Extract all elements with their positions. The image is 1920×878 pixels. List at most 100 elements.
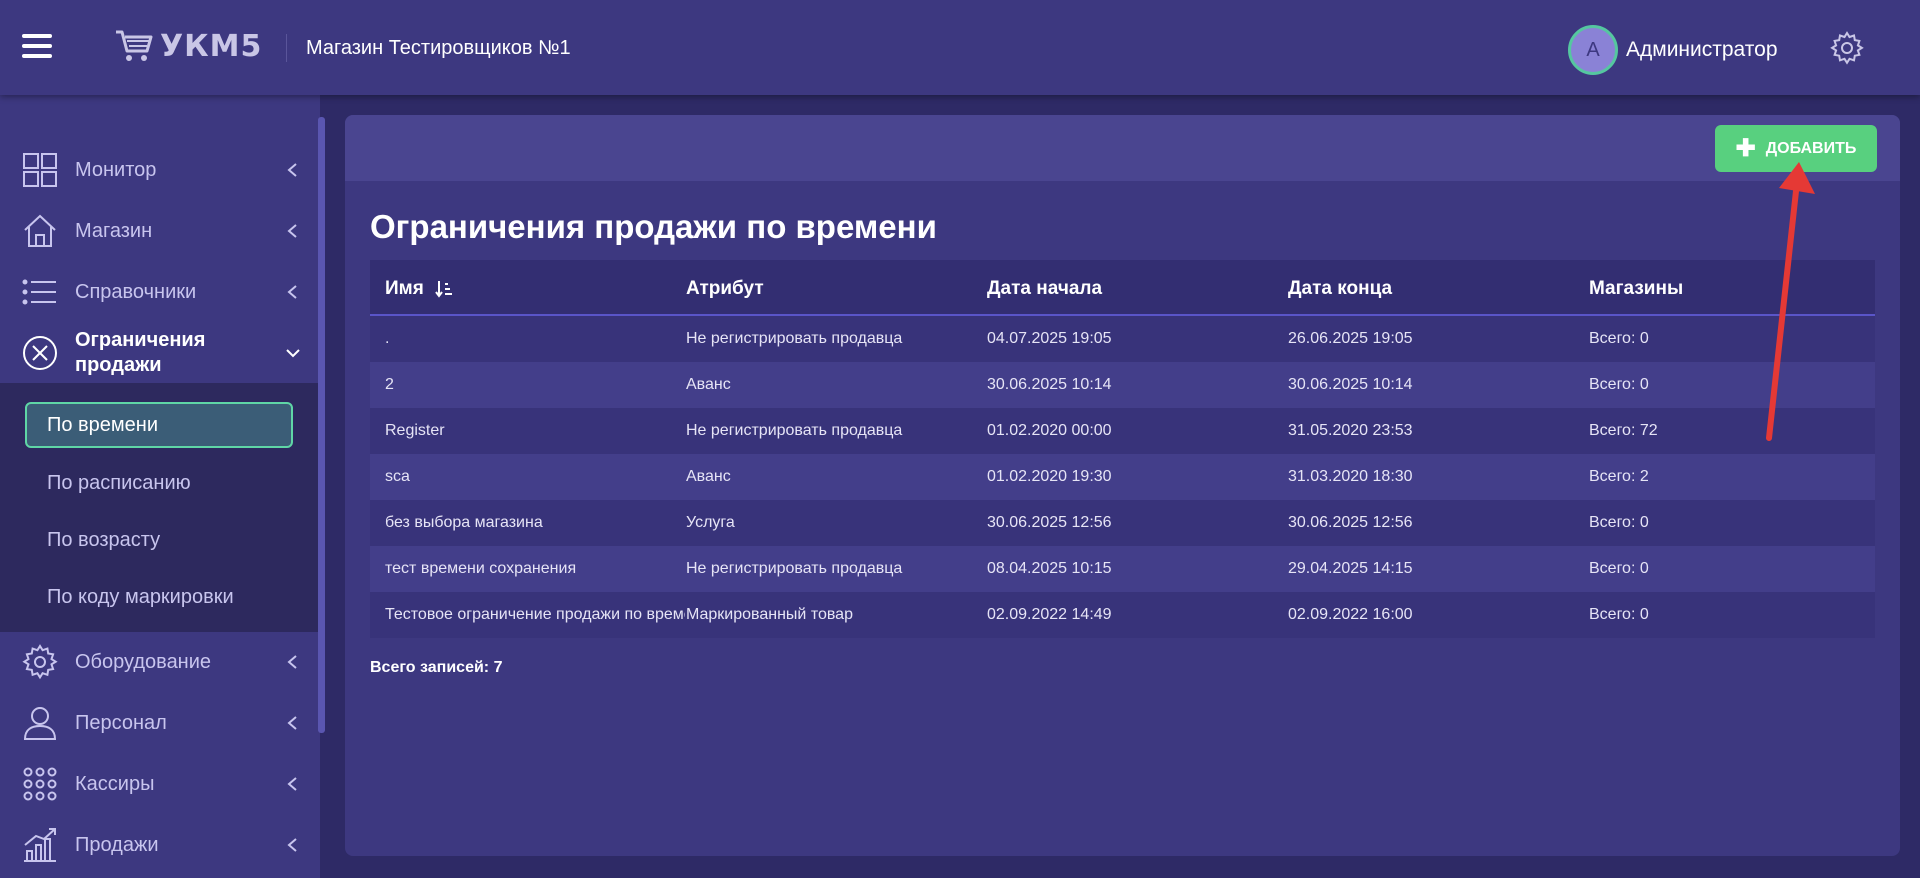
total-records: Всего записей: 7 bbox=[370, 659, 503, 676]
cell-start-date: 01.02.2020 00:00 bbox=[987, 422, 1112, 439]
chevron-down-icon bbox=[286, 349, 300, 358]
table-row[interactable]: без выбора магазина Услуга 30.06.2025 12… bbox=[370, 500, 1875, 546]
sidebar-item-directories[interactable]: Справочники bbox=[0, 262, 318, 322]
cell-name: Register bbox=[385, 422, 445, 439]
card-toolbar bbox=[345, 115, 1900, 181]
chevron-left-icon bbox=[287, 285, 297, 299]
cell-attribute: Маркированный товар bbox=[686, 606, 853, 623]
cart-icon bbox=[116, 30, 153, 61]
column-header-attribute[interactable]: Атрибут bbox=[686, 278, 764, 300]
table-row[interactable]: Register Не регистрировать продавца 01.0… bbox=[370, 408, 1875, 454]
cell-name: без выбора магазина bbox=[385, 514, 543, 531]
sidebar-item-staff[interactable]: Персонал bbox=[0, 693, 318, 753]
chevron-left-icon bbox=[287, 838, 297, 852]
sidebar-item-cashiers[interactable]: Кассиры bbox=[0, 754, 318, 814]
cell-stores: Всего: 0 bbox=[1589, 560, 1649, 577]
cell-stores: Всего: 0 bbox=[1589, 514, 1649, 531]
submenu-item-by-schedule[interactable]: По расписанию bbox=[47, 472, 191, 495]
cell-attribute: Не регистрировать продавца bbox=[686, 330, 903, 347]
cell-stores: Всего: 2 bbox=[1589, 468, 1649, 485]
submenu-item-label: По времени bbox=[47, 414, 159, 436]
cell-stores: Всего: 0 bbox=[1589, 376, 1649, 393]
sidebar-item-label: Персонал bbox=[75, 711, 167, 734]
cell-attribute: Аванс bbox=[686, 376, 731, 393]
user-icon bbox=[23, 707, 57, 740]
plus-icon: ✚ bbox=[1735, 134, 1756, 162]
cell-start-date: 01.02.2020 19:30 bbox=[987, 468, 1112, 485]
table-row[interactable]: тест времени сохранения Не регистрироват… bbox=[370, 546, 1875, 592]
sidebar-item-label: Магазин bbox=[75, 219, 153, 242]
sidebar-item-store[interactable]: Магазин bbox=[0, 201, 318, 261]
table-row[interactable]: Тестовое ограничение продажи по времени … bbox=[370, 592, 1875, 638]
cell-stores: Всего: 72 bbox=[1589, 422, 1658, 439]
cell-end-date: 02.09.2022 16:00 bbox=[1288, 606, 1413, 623]
page-title: Ограничения продажи по времени bbox=[370, 208, 937, 245]
cell-attribute: Услуга bbox=[686, 514, 735, 531]
content-card: ✚ ДОБАВИТЬ Ограничения продажи по времен… bbox=[345, 115, 1900, 856]
cell-stores: Всего: 0 bbox=[1589, 330, 1649, 347]
chevron-left-icon bbox=[287, 777, 297, 791]
submenu-item-by-time[interactable]: По времени bbox=[25, 402, 293, 448]
cell-end-date: 30.06.2025 10:14 bbox=[1288, 376, 1413, 393]
home-icon bbox=[24, 214, 56, 247]
table-row[interactable]: sca Аванс 01.02.2020 19:30 31.03.2020 18… bbox=[370, 454, 1875, 500]
cell-end-date: 31.03.2020 18:30 bbox=[1288, 468, 1413, 485]
sidebar-scrollbar[interactable] bbox=[318, 117, 325, 733]
chevron-left-icon bbox=[287, 655, 297, 669]
cell-start-date: 04.07.2025 19:05 bbox=[987, 330, 1112, 347]
gear-icon bbox=[22, 644, 58, 680]
cell-stores: Всего: 0 bbox=[1589, 606, 1649, 623]
sidebar-item-label: Оборудование bbox=[75, 650, 212, 673]
chart-icon bbox=[24, 828, 56, 862]
cell-end-date: 29.04.2025 14:15 bbox=[1288, 560, 1413, 577]
cell-attribute: Не регистрировать продавца bbox=[686, 560, 903, 577]
cell-end-date: 30.06.2025 12:56 bbox=[1288, 514, 1413, 531]
hamburger-menu-icon[interactable] bbox=[22, 34, 52, 60]
cell-start-date: 08.04.2025 10:15 bbox=[987, 560, 1112, 577]
add-button-label: ДОБАВИТЬ bbox=[1765, 139, 1857, 157]
sidebar-item-sales[interactable]: Продажи bbox=[0, 815, 318, 875]
app-logo[interactable]: УКМ5 bbox=[114, 26, 262, 66]
logo-text: УКМ5 bbox=[160, 28, 263, 64]
grid-icon bbox=[23, 153, 57, 187]
column-header-end-date[interactable]: Дата конца bbox=[1288, 278, 1392, 300]
cell-end-date: 31.05.2020 23:53 bbox=[1288, 422, 1413, 439]
table-row[interactable]: . Не регистрировать продавца 04.07.2025 … bbox=[370, 316, 1875, 362]
cell-attribute: Аванс bbox=[686, 468, 731, 485]
cell-start-date: 02.09.2022 14:49 bbox=[987, 606, 1112, 623]
sidebar-item-sale-restrictions[interactable]: Ограничения продажи bbox=[0, 323, 318, 383]
annotation-arrow-icon bbox=[1766, 162, 1815, 441]
list-icon bbox=[22, 279, 56, 305]
sidebar-item-label: Кассиры bbox=[75, 772, 155, 795]
avatar[interactable]: A bbox=[1568, 25, 1618, 75]
table-header: Имя Атрибут Дата начала Дата конца Магаз… bbox=[370, 260, 1875, 316]
chevron-left-icon bbox=[287, 224, 297, 238]
settings-gear-icon[interactable] bbox=[1830, 31, 1864, 65]
sidebar-item-label: Монитор bbox=[75, 158, 157, 181]
cell-name: . bbox=[385, 330, 390, 347]
sidebar-item-label: Продажи bbox=[75, 833, 159, 856]
submenu-item-by-marking-code[interactable]: По коду маркировки bbox=[47, 586, 234, 609]
table-row[interactable]: 2 Аванс 30.06.2025 10:14 30.06.2025 10:1… bbox=[370, 362, 1875, 408]
cell-name: 2 bbox=[385, 376, 394, 393]
column-header-stores[interactable]: Магазины bbox=[1589, 278, 1683, 300]
cell-start-date: 30.06.2025 10:14 bbox=[987, 376, 1112, 393]
cell-name: sca bbox=[385, 468, 410, 485]
cell-attribute: Не регистрировать продавца bbox=[686, 422, 903, 439]
column-header-name[interactable]: Имя bbox=[385, 278, 685, 300]
submenu-item-by-age[interactable]: По возрасту bbox=[47, 529, 160, 552]
user-name[interactable]: Администратор bbox=[1626, 38, 1778, 62]
dots-grid-icon bbox=[23, 767, 57, 801]
top-header: УКМ5 Магазин Тестировщиков №1 A Админист… bbox=[0, 0, 1920, 95]
shop-name[interactable]: Магазин Тестировщиков №1 bbox=[306, 37, 571, 60]
cell-start-date: 30.06.2025 12:56 bbox=[987, 514, 1112, 531]
sidebar-item-monitor[interactable]: Монитор bbox=[0, 140, 318, 200]
circle-x-icon bbox=[23, 336, 57, 370]
sidebar-item-equipment[interactable]: Оборудование bbox=[0, 632, 318, 692]
column-header-start-date[interactable]: Дата начала bbox=[987, 278, 1102, 300]
cell-end-date: 26.06.2025 19:05 bbox=[1288, 330, 1413, 347]
chevron-left-icon bbox=[287, 716, 297, 730]
restrictions-table: Имя Атрибут Дата начала Дата конца Магаз… bbox=[370, 260, 1875, 638]
cell-name: Тестовое ограничение продажи по времени bbox=[385, 606, 685, 623]
sort-ascending-icon[interactable] bbox=[435, 280, 453, 298]
